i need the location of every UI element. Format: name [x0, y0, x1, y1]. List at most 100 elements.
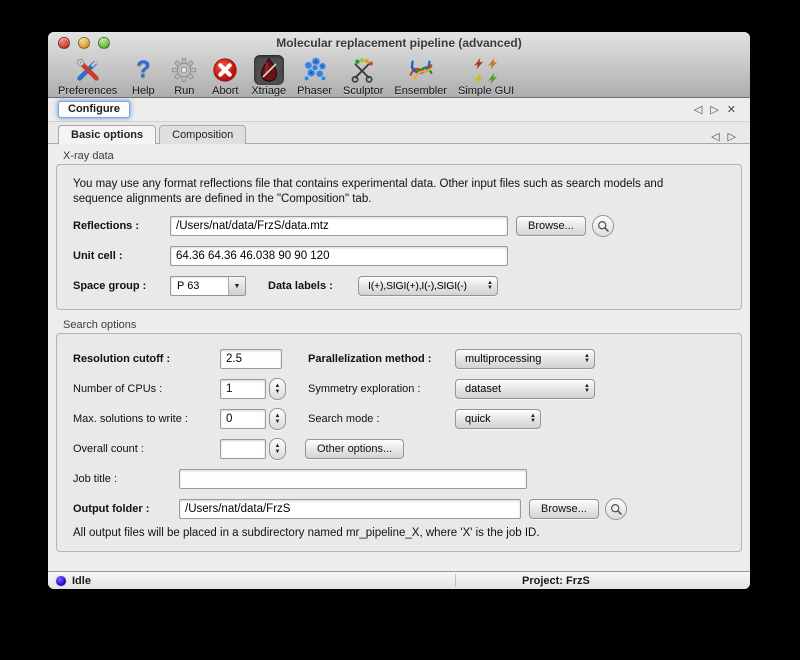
- output-folder-browse-button[interactable]: Browse...: [529, 499, 599, 519]
- data-labels-popup[interactable]: I(+),SIGI(+),I(-),SIGI(-) ▲▼: [358, 276, 498, 296]
- updown-arrows-icon: ▲▼: [487, 281, 493, 291]
- status-indicator-icon: [56, 576, 66, 586]
- other-options-button[interactable]: Other options...: [305, 439, 404, 459]
- abort-icon: [210, 55, 240, 85]
- toolbar-label: Ensembler: [394, 85, 447, 97]
- cpus-stepper[interactable]: ▲▼: [269, 378, 286, 400]
- toolbar-item-preferences[interactable]: Preferences: [56, 55, 119, 97]
- reflections-label: Reflections :: [73, 220, 170, 232]
- unit-cell-input[interactable]: [170, 246, 508, 266]
- resolution-input[interactable]: [220, 349, 282, 369]
- toolbar-item-run[interactable]: Run: [167, 55, 201, 97]
- reflections-row: Reflections : Browse...: [73, 215, 725, 237]
- preferences-tools-icon: [73, 55, 103, 85]
- toolbar-item-simple-gui[interactable]: Simple GUI: [456, 55, 516, 97]
- max-solutions-input[interactable]: [220, 409, 266, 429]
- output-folder-row: Output folder : Browse...: [73, 498, 725, 520]
- cpus-input[interactable]: [220, 379, 266, 399]
- reflections-browse-button[interactable]: Browse...: [516, 216, 586, 236]
- search-mode-label: Search mode :: [308, 413, 455, 425]
- xray-description: You may use any format reflections file …: [73, 177, 725, 207]
- updown-arrows-icon: ▲▼: [584, 384, 590, 394]
- reflections-input[interactable]: [170, 216, 508, 236]
- magnifier-icon: [596, 219, 610, 233]
- toolbar-item-sculptor[interactable]: Sculptor: [341, 55, 385, 97]
- space-group-combo[interactable]: P 63 ▼: [170, 276, 246, 296]
- options-tabs-row: Basic options Composition ◁ ▷: [48, 122, 750, 144]
- updown-arrows-icon: ▲▼: [584, 354, 590, 364]
- status-bar: Idle Project: FrzS: [48, 571, 750, 589]
- simple-gui-icon: [471, 55, 501, 85]
- space-group-label: Space group :: [73, 280, 170, 292]
- toolbar-label: Xtriage: [251, 85, 286, 97]
- tab-scroll-right-icon[interactable]: ▷: [706, 103, 722, 116]
- tab-close-icon[interactable]: ✕: [723, 103, 740, 116]
- job-title-input[interactable]: [179, 469, 527, 489]
- ensembler-icon: [406, 55, 436, 85]
- toolbar-item-help[interactable]: ? Help: [126, 55, 160, 97]
- tab-configure[interactable]: Configure: [58, 101, 130, 118]
- traffic-lights: [58, 37, 110, 49]
- space-group-value: P 63: [171, 277, 228, 295]
- toolbar-item-phaser[interactable]: Phaser: [295, 55, 334, 97]
- toolbar-item-ensembler[interactable]: Ensembler: [392, 55, 449, 97]
- symmetry-popup[interactable]: dataset ▲▼: [455, 379, 595, 399]
- overall-count-stepper[interactable]: ▲▼: [269, 438, 286, 460]
- toolbar-item-xtriage[interactable]: Xtriage: [249, 55, 288, 97]
- sculptor-icon: [348, 55, 378, 85]
- reflections-inspect-button[interactable]: [592, 215, 614, 237]
- minimize-window-button[interactable]: [78, 37, 90, 49]
- resolution-row: Resolution cutoff : Parallelization meth…: [73, 348, 725, 370]
- magnifier-icon: [609, 502, 623, 516]
- xray-group-box: You may use any format reflections file …: [56, 164, 742, 310]
- project-label: Project: FrzS: [522, 575, 590, 587]
- search-group-label: Search options: [63, 319, 742, 331]
- tab-scroll-left-icon[interactable]: ◁: [690, 103, 706, 116]
- overall-count-label: Overall count :: [73, 443, 220, 455]
- job-title-row: Job title :: [73, 468, 725, 490]
- help-icon: ?: [128, 55, 158, 85]
- close-window-button[interactable]: [58, 37, 70, 49]
- parallelization-label: Parallelization method :: [308, 353, 455, 365]
- unit-cell-row: Unit cell :: [73, 245, 725, 267]
- toolbar-label: Simple GUI: [458, 85, 514, 97]
- search-group-box: Resolution cutoff : Parallelization meth…: [56, 333, 742, 552]
- titlebar[interactable]: Molecular replacement pipeline (advanced…: [48, 32, 750, 54]
- max-solutions-stepper[interactable]: ▲▼: [269, 408, 286, 430]
- parallelization-popup[interactable]: multiprocessing ▲▼: [455, 349, 595, 369]
- job-title-label: Job title :: [73, 473, 179, 485]
- configure-notebook-row: Configure ◁ ▷ ✕: [48, 98, 750, 122]
- xray-group-label: X-ray data: [63, 150, 742, 162]
- output-folder-label: Output folder :: [73, 503, 179, 515]
- output-folder-inspect-button[interactable]: [605, 498, 627, 520]
- output-folder-input[interactable]: [179, 499, 521, 519]
- window-title: Molecular replacement pipeline (advanced…: [276, 36, 521, 50]
- tab-composition[interactable]: Composition: [159, 125, 246, 144]
- app-window: Molecular replacement pipeline (advanced…: [48, 32, 750, 589]
- max-solutions-label: Max. solutions to write :: [73, 413, 220, 425]
- overall-count-row: Overall count : ▲▼ Other options...: [73, 438, 725, 460]
- toolbar-label: Help: [132, 85, 155, 97]
- search-mode-popup[interactable]: quick ▲▼: [455, 409, 541, 429]
- tab-scroll-left-icon[interactable]: ◁: [707, 130, 723, 143]
- space-group-row: Space group : P 63 ▼ Data labels : I(+),…: [73, 275, 725, 297]
- cpus-label: Number of CPUs :: [73, 383, 220, 395]
- max-solutions-row: Max. solutions to write : ▲▼ Search mode…: [73, 408, 725, 430]
- resolution-label: Resolution cutoff :: [73, 353, 220, 365]
- chevron-down-icon: ▼: [228, 277, 245, 295]
- toolbar: Preferences ? Help: [48, 54, 750, 97]
- window-chrome: Molecular replacement pipeline (advanced…: [48, 32, 750, 98]
- tab-basic-options[interactable]: Basic options: [58, 125, 156, 144]
- screenshot-canvas: Molecular replacement pipeline (advanced…: [0, 0, 800, 660]
- statusbar-divider: [455, 574, 456, 587]
- zoom-window-button[interactable]: [98, 37, 110, 49]
- cpus-row: Number of CPUs : ▲▼ Symmetry exploration…: [73, 378, 725, 400]
- output-note: All output files will be placed in a sub…: [73, 527, 725, 539]
- overall-count-input[interactable]: [220, 439, 266, 459]
- toolbar-item-abort[interactable]: Abort: [208, 55, 242, 97]
- toolbar-label: Preferences: [58, 85, 117, 97]
- updown-arrows-icon: ▲▼: [530, 414, 536, 424]
- toolbar-label: Phaser: [297, 85, 332, 97]
- basic-options-panel: X-ray data You may use any format reflec…: [48, 144, 750, 571]
- tab-scroll-right-icon[interactable]: ▷: [724, 130, 740, 143]
